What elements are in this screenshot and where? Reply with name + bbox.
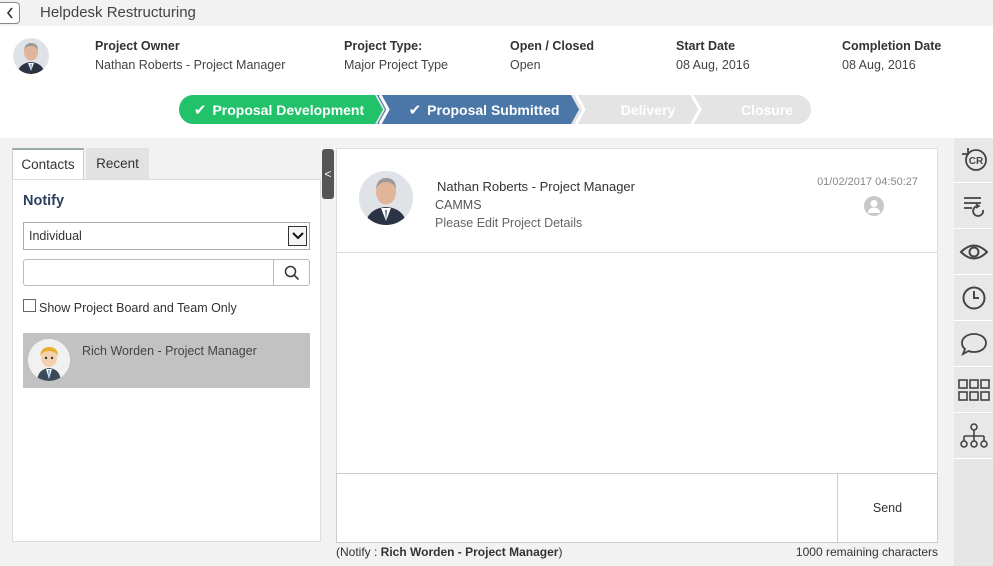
collapse-panel-button[interactable]: < <box>322 149 334 199</box>
project-type-value: Major Project Type <box>344 58 448 72</box>
contact-avatar <box>28 339 70 381</box>
message-thread: Nathan Roberts - Project Manager CAMMS P… <box>336 148 938 474</box>
project-status-value: Open <box>510 58 541 72</box>
send-button[interactable]: Send <box>837 474 937 542</box>
owner-avatar <box>13 38 49 74</box>
notify-prefix: (Notify : <box>336 545 381 559</box>
completion-date-value: 08 Aug, 2016 <box>842 58 916 72</box>
watch-button[interactable] <box>954 230 993 275</box>
project-type-label: Project Type: <box>344 39 423 53</box>
user-icon <box>864 196 884 216</box>
message-item: Nathan Roberts - Project Manager CAMMS P… <box>337 149 937 253</box>
notify-summary: (Notify : Rich Worden - Project Manager) <box>336 545 562 559</box>
hierarchy-icon <box>959 423 988 448</box>
project-owner-value: Nathan Roberts - Project Manager <box>95 58 286 72</box>
notify-type-value: Individual <box>29 229 82 243</box>
eye-icon <box>959 244 988 260</box>
change-request-button[interactable]: CR <box>954 138 993 183</box>
stage-label: Delivery <box>620 101 676 118</box>
check-icon: ✔ <box>193 101 207 119</box>
title-bar: Helpdesk Restructuring <box>0 0 993 26</box>
cr-text: CR <box>968 156 983 167</box>
project-status: Open / Closed Open <box>510 39 594 72</box>
contact-search-input[interactable] <box>23 259 310 286</box>
message-compose-box[interactable]: Send <box>336 473 938 543</box>
search-icon <box>284 265 299 280</box>
stage-progress-bar: ✔ Proposal Development ✔ Proposal Submit… <box>179 95 811 124</box>
completion-date: Completion Date 08 Aug, 2016 <box>842 39 941 72</box>
contacts-panel: Notify Individual Show Project Board and… <box>12 179 321 542</box>
project-owner-label: Project Owner <box>95 39 180 53</box>
notify-type-select[interactable]: Individual <box>23 222 310 250</box>
notify-label: Notify <box>23 193 65 209</box>
change-request-icon: CR <box>961 148 987 171</box>
message-text: Please Edit Project Details <box>435 216 583 230</box>
grid-icon <box>957 379 990 401</box>
stage-closure[interactable]: Closure <box>699 95 835 124</box>
refresh-list-button[interactable] <box>954 184 993 229</box>
notify-suffix: ) <box>558 545 563 559</box>
right-toolbar: CR <box>954 138 993 566</box>
chevron-left-icon <box>6 7 13 19</box>
check-icon: ✔ <box>408 101 422 119</box>
contact-list-item[interactable]: Rich Worden - Project Manager <box>23 333 310 388</box>
project-status-label: Open / Closed <box>510 39 595 53</box>
message-company: CAMMS <box>435 198 482 212</box>
completion-date-label: Completion Date <box>842 39 942 53</box>
page-title: Helpdesk Restructuring <box>40 4 196 21</box>
dashboard-button[interactable] <box>954 368 993 413</box>
back-button[interactable] <box>0 2 20 24</box>
team-only-checkbox[interactable] <box>23 299 36 312</box>
contact-name: Rich Worden - Project Manager <box>82 344 257 358</box>
stage-proposal-submitted[interactable]: ✔ Proposal Submitted <box>389 95 579 124</box>
start-date-label: Start Date <box>676 39 736 53</box>
stage-delivery[interactable]: Delivery <box>583 95 713 124</box>
hierarchy-button[interactable] <box>954 414 993 459</box>
start-date-value: 08 Aug, 2016 <box>676 58 750 72</box>
stage-label: Proposal Development <box>212 101 365 118</box>
remaining-characters: 1000 remaining characters <box>795 545 938 559</box>
project-owner: Project Owner Nathan Roberts - Project M… <box>95 39 285 72</box>
tab-recent[interactable]: Recent <box>86 148 149 179</box>
project-type: Project Type: Major Project Type <box>344 39 448 72</box>
team-only-checkbox-row[interactable]: Show Project Board and Team Only <box>23 299 237 315</box>
message-timestamp: 01/02/2017 04:50:27 <box>817 176 918 188</box>
history-button[interactable] <box>954 276 993 321</box>
clock-icon <box>962 286 985 310</box>
stage-label: Proposal Submitted <box>427 101 560 118</box>
notify-recipient: Rich Worden - Project Manager <box>380 545 559 559</box>
stage-proposal-development[interactable]: ✔ Proposal Development <box>179 95 379 124</box>
stage-label: Closure <box>740 101 794 118</box>
message-author-avatar <box>359 171 413 225</box>
tab-contacts[interactable]: Contacts <box>12 148 84 179</box>
message-author: Nathan Roberts - Project Manager <box>437 179 635 194</box>
search-button[interactable] <box>273 260 309 285</box>
refresh-list-icon <box>963 197 984 217</box>
chevron-down-icon[interactable] <box>288 226 307 246</box>
chat-bubble-icon <box>960 333 987 356</box>
team-only-label: Show Project Board and Team Only <box>39 301 237 315</box>
comments-button[interactable] <box>954 322 993 367</box>
start-date: Start Date 08 Aug, 2016 <box>676 39 750 72</box>
